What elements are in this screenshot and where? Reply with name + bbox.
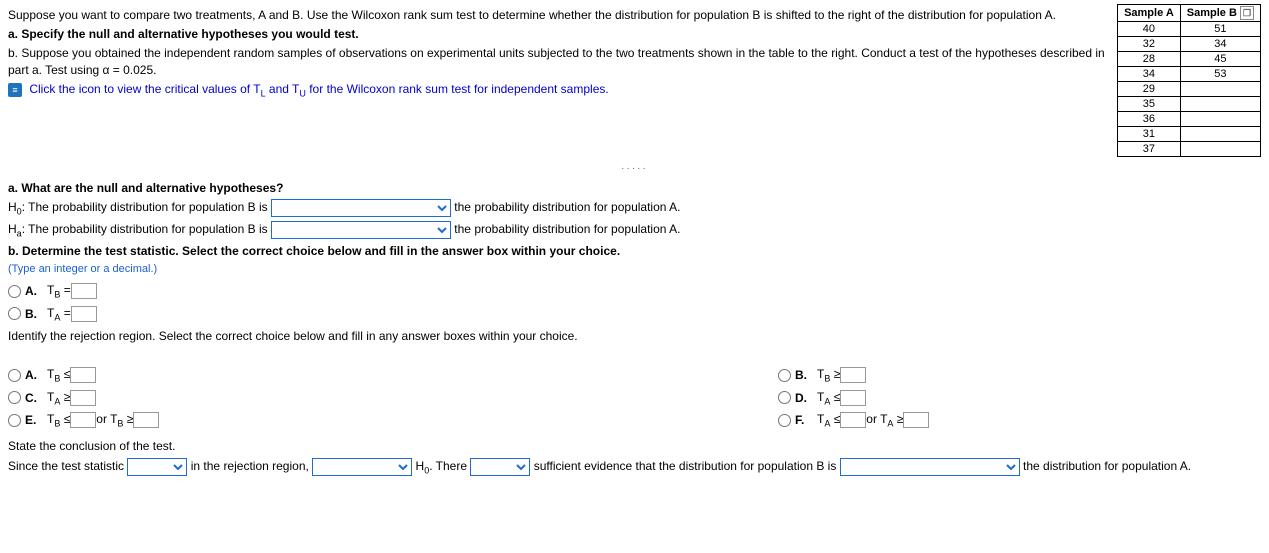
rej-d-radio[interactable] (778, 391, 791, 404)
rej-a-label: A. (25, 368, 43, 382)
rej-e-label: E. (25, 413, 43, 427)
rej-e-or: or TB ≥ (96, 412, 133, 428)
concl-sel-4[interactable] (840, 458, 1020, 476)
tb-symbol: TB = (47, 283, 71, 299)
rej-a-text: TB ≤ (47, 367, 70, 383)
rej-d-label: D. (795, 391, 813, 405)
rej-b-radio[interactable] (778, 369, 791, 382)
table-row: 28 (1118, 52, 1181, 67)
rej-e-input2[interactable] (133, 412, 159, 428)
qb-heading: b. Determine the test statistic. Select … (8, 243, 1261, 259)
rej-f-label: F. (795, 413, 813, 427)
table-row (1180, 97, 1260, 112)
concl-sentence: Since the test statistic in the rejectio… (8, 458, 1261, 477)
rej-b-input[interactable] (840, 367, 866, 383)
ta-symbol: TA = (47, 306, 71, 322)
sample-data-table: Sample ASample B ❐ 4051 3234 2845 3453 2… (1117, 4, 1261, 157)
rej-d-input[interactable] (840, 390, 866, 406)
document-icon[interactable]: ≡ (8, 83, 22, 97)
table-row: 31 (1118, 127, 1181, 142)
section-divider: ····· (8, 163, 1261, 174)
ts-option-b-label: B. (25, 307, 43, 321)
intro-b: b. Suppose you obtained the independent … (8, 45, 1109, 77)
ts-option-a-radio[interactable] (8, 285, 21, 298)
rej-b-text: TB ≥ (817, 367, 840, 383)
rej-heading: Identify the rejection region. Select th… (8, 328, 1261, 344)
ta-input[interactable] (71, 306, 97, 322)
rej-f-or: or TA ≥ (866, 412, 903, 428)
col-a-header: Sample A (1118, 5, 1181, 22)
rej-f-text: TA ≤ (817, 412, 840, 428)
rej-c-input[interactable] (70, 390, 96, 406)
rej-e-input1[interactable] (70, 412, 96, 428)
rej-a-input[interactable] (70, 367, 96, 383)
rej-e-radio[interactable] (8, 414, 21, 427)
qa-heading: a. What are the null and alternative hyp… (8, 180, 1261, 196)
table-row: 35 (1118, 97, 1181, 112)
concl-heading: State the conclusion of the test. (8, 438, 1261, 454)
table-row: 53 (1180, 67, 1260, 82)
intro-a: a. Specify the null and alternative hypo… (8, 26, 1109, 42)
h0-line: H0: The probability distribution for pop… (8, 199, 1261, 218)
ha-select[interactable] (271, 221, 451, 239)
rej-e-text: TB ≤ (47, 412, 70, 428)
table-row: 51 (1180, 22, 1260, 37)
critical-values-link[interactable]: Click the icon to view the critical valu… (29, 82, 608, 96)
tb-input[interactable] (71, 283, 97, 299)
table-row: 37 (1118, 142, 1181, 157)
ts-option-a-label: A. (25, 284, 43, 298)
table-row: 32 (1118, 37, 1181, 52)
h0-select[interactable] (271, 199, 451, 217)
popup-icon[interactable]: ❐ (1240, 6, 1254, 20)
rej-a-radio[interactable] (8, 369, 21, 382)
rej-b-label: B. (795, 368, 813, 382)
ts-option-b-radio[interactable] (8, 307, 21, 320)
table-row: 34 (1118, 67, 1181, 82)
rej-c-text: TA ≥ (47, 390, 70, 406)
table-row: 36 (1118, 112, 1181, 127)
table-row: 29 (1118, 82, 1181, 97)
rej-f-input1[interactable] (840, 412, 866, 428)
table-row (1180, 127, 1260, 142)
table-row: 40 (1118, 22, 1181, 37)
table-row (1180, 142, 1260, 157)
table-row (1180, 82, 1260, 97)
rej-f-radio[interactable] (778, 414, 791, 427)
table-row (1180, 112, 1260, 127)
rej-c-radio[interactable] (8, 391, 21, 404)
concl-sel-3[interactable] (470, 458, 530, 476)
concl-sel-1[interactable] (127, 458, 187, 476)
rej-c-label: C. (25, 391, 43, 405)
table-row: 34 (1180, 37, 1260, 52)
col-b-header: Sample B (1187, 7, 1237, 19)
table-row: 45 (1180, 52, 1260, 67)
rej-d-text: TA ≤ (817, 390, 840, 406)
rej-f-input2[interactable] (903, 412, 929, 428)
intro-p1: Suppose you want to compare two treatmen… (8, 7, 1109, 23)
concl-sel-2[interactable] (312, 458, 412, 476)
ha-line: Ha: The probability distribution for pop… (8, 221, 1261, 240)
qb-hint: (Type an integer or a decimal.) (8, 262, 1261, 277)
